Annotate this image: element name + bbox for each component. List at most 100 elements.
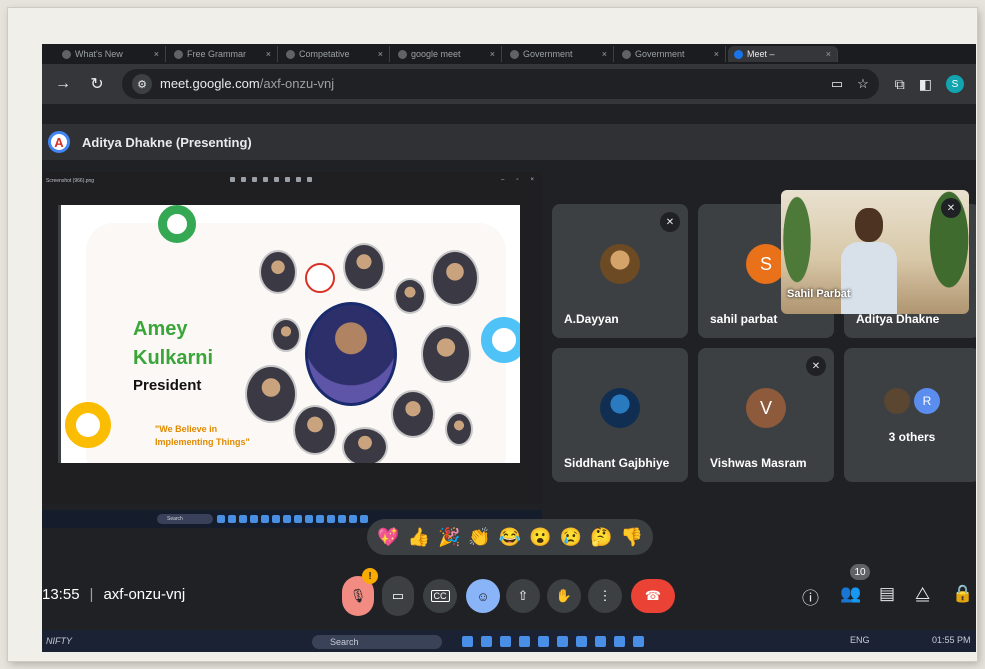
- thinking-reaction[interactable]: 🤔: [590, 528, 612, 546]
- mic-alert-badge: !: [362, 568, 378, 584]
- microphone-button[interactable]: 🎙 !: [342, 568, 378, 616]
- mic-off-icon: 🎙: [349, 588, 367, 603]
- chat-icon[interactable]: ▤: [879, 584, 895, 604]
- language-indicator[interactable]: ENG: [850, 635, 870, 645]
- close-tab-icon[interactable]: ×: [154, 49, 159, 59]
- mic-off-icon: ✕: [660, 212, 680, 232]
- presenter-avatar: A: [48, 131, 70, 153]
- app-icon[interactable]: [614, 636, 625, 647]
- party-popper-reaction[interactable]: 🎉: [438, 528, 460, 546]
- participant-tile[interactable]: ✕ A.Dayyan: [552, 204, 688, 338]
- app-icon[interactable]: [633, 636, 644, 647]
- tab-label: Competative: [299, 49, 350, 59]
- site-settings-icon[interactable]: ⚙: [132, 74, 152, 94]
- app-icon[interactable]: [519, 636, 530, 647]
- tab-label: google meet: [411, 49, 461, 59]
- meet-control-bar: 13:55 | axf-onzu-vnj 🎙 ! ▭ CC ☺ ⇧ ✋ ⋮ ☎ …: [42, 564, 976, 630]
- os-taskbar: NIFTY Search ENG 01:55 PM: [42, 630, 976, 652]
- tab-favicon-icon: [62, 49, 71, 59]
- present-button[interactable]: ⇧: [506, 579, 540, 613]
- taskbar-search[interactable]: Search: [312, 635, 442, 649]
- meet-favicon-icon: [734, 49, 743, 59]
- meeting-details-icon[interactable]: ⓘ: [802, 584, 819, 609]
- thumbs-down-reaction[interactable]: 👎: [620, 528, 642, 546]
- hand-icon: ✋: [555, 588, 573, 603]
- slide: Amey Kulkarni President "We Believe in I…: [58, 205, 520, 463]
- people-icon[interactable]: 👥: [840, 584, 861, 604]
- reload-icon[interactable]: ↻: [88, 74, 106, 94]
- laughing-reaction[interactable]: 😂: [499, 528, 521, 546]
- participant-name: Siddhant Gajbhiye: [564, 456, 670, 470]
- reactions-button[interactable]: ☺: [466, 579, 500, 613]
- app-icon[interactable]: [595, 636, 606, 647]
- tab-favicon-icon: [622, 49, 631, 59]
- browser-toolbar: → ↻ ⚙ meet.google.com/axf-onzu-vnj ▭ ☆ ⧉…: [42, 64, 976, 104]
- close-tab-icon[interactable]: ×: [378, 49, 383, 59]
- self-view-video[interactable]: ✕ Sahil Parbat: [781, 190, 969, 314]
- captions-label: CC: [430, 590, 450, 602]
- presenter-label: Aditya Dhakne (Presenting): [82, 134, 252, 150]
- profile-avatar[interactable]: S: [946, 75, 964, 93]
- shared-screen-search: Search: [157, 514, 213, 524]
- member-photo: [271, 318, 301, 352]
- browser-tab[interactable]: Government ×: [616, 46, 726, 62]
- meet-header: A Aditya Dhakne (Presenting): [42, 124, 976, 160]
- host-controls-icon[interactable]: 🔒: [952, 584, 973, 604]
- member-photo: [421, 325, 471, 383]
- camera-button[interactable]: ▭: [382, 576, 414, 616]
- participant-name: A.Dayyan: [564, 312, 619, 326]
- raise-hand-button[interactable]: ✋: [547, 579, 581, 613]
- sparkling-heart-reaction[interactable]: 💖: [377, 528, 399, 546]
- member-photo: [431, 250, 479, 306]
- others-tile[interactable]: R 3 others: [844, 348, 976, 482]
- app-icon[interactable]: [481, 636, 492, 647]
- yellow-ring-decoration: [65, 402, 111, 448]
- clapping-reaction[interactable]: 👏: [468, 528, 490, 546]
- side-panel-icon[interactable]: ◧: [919, 76, 932, 93]
- slide-quote: "We Believe in Implementing Things": [155, 423, 250, 449]
- address-bar[interactable]: ⚙ meet.google.com/axf-onzu-vnj ▭ ☆: [122, 69, 879, 99]
- close-tab-icon[interactable]: ×: [826, 49, 831, 59]
- app-icon[interactable]: [576, 636, 587, 647]
- close-tab-icon[interactable]: ×: [602, 49, 607, 59]
- browser-tab[interactable]: What's New ×: [56, 46, 166, 62]
- activities-icon[interactable]: ⧋: [915, 584, 930, 604]
- surprised-reaction[interactable]: 😮: [529, 528, 551, 546]
- mic-off-icon: ✕: [806, 356, 826, 376]
- participant-tile[interactable]: ✕ V Vishwas Masram: [698, 348, 834, 482]
- close-tab-icon[interactable]: ×: [714, 49, 719, 59]
- browser-tab[interactable]: Free Grammar ×: [168, 46, 278, 62]
- leave-call-button[interactable]: ☎: [631, 579, 675, 613]
- app-icon[interactable]: [462, 636, 473, 647]
- browser-tab-active[interactable]: Meet – ×: [728, 46, 838, 62]
- app-icon[interactable]: [557, 636, 568, 647]
- close-tab-icon[interactable]: ×: [490, 49, 495, 59]
- viewer-tools: [230, 177, 312, 182]
- tab-label: Free Grammar: [187, 49, 247, 59]
- reactions-bar: 💖 👍 🎉 👏 😂 😮 😢 🤔 👎: [367, 519, 653, 555]
- taskbar-clock[interactable]: 01:55 PM: [932, 635, 971, 645]
- more-options-button[interactable]: ⋮: [588, 579, 622, 613]
- url-host: meet.google.com: [160, 76, 260, 91]
- browser-tab[interactable]: Government ×: [504, 46, 614, 62]
- participant-tile[interactable]: Siddhant Gajbhiye: [552, 348, 688, 482]
- app-icon[interactable]: [500, 636, 511, 647]
- present-screen-icon: ⇧: [517, 588, 529, 603]
- bookmark-star-icon[interactable]: ☆: [857, 76, 869, 92]
- browser-tab-strip: What's New × Free Grammar × Competative × g…: [42, 44, 976, 64]
- close-tab-icon[interactable]: ×: [266, 49, 271, 59]
- forward-arrow-icon[interactable]: →: [54, 75, 72, 93]
- tab-favicon-icon: [286, 49, 295, 59]
- app-icon[interactable]: [538, 636, 549, 647]
- browser-tab[interactable]: google meet ×: [392, 46, 502, 62]
- thumbs-up-reaction[interactable]: 👍: [408, 528, 430, 546]
- tab-label: Government: [523, 49, 573, 59]
- browser-tab[interactable]: Competative ×: [280, 46, 390, 62]
- extensions-icon[interactable]: ⧉: [895, 76, 905, 93]
- club-logo: [305, 263, 335, 293]
- camera-permission-icon[interactable]: ▭: [831, 76, 843, 92]
- participant-avatar: S: [746, 244, 786, 284]
- crying-reaction[interactable]: 😢: [560, 528, 582, 546]
- captions-button[interactable]: CC: [423, 579, 457, 613]
- participant-avatar: [600, 388, 640, 428]
